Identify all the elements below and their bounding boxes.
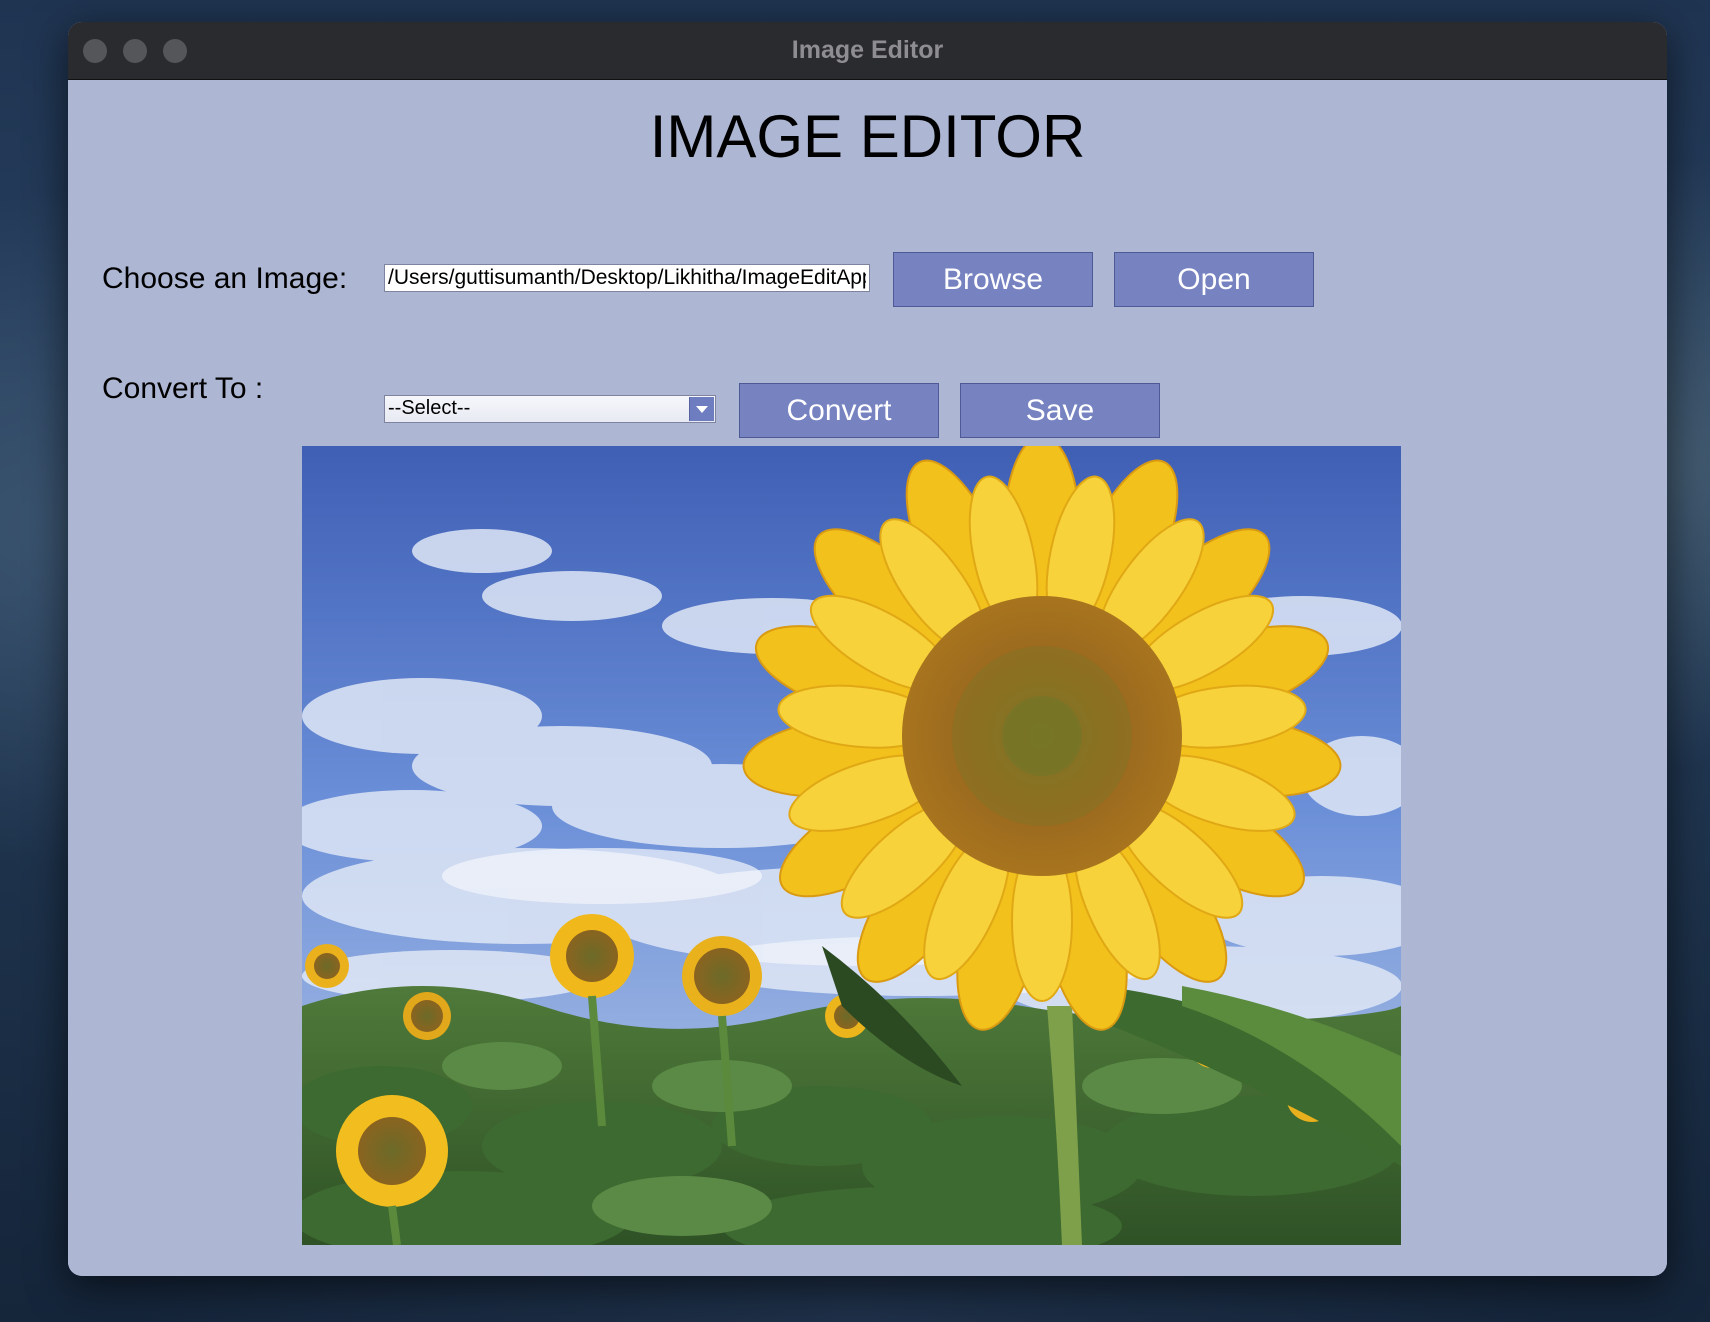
choose-image-label: Choose an Image: (102, 262, 348, 295)
open-button[interactable]: Open (1114, 252, 1314, 307)
image-preview (302, 446, 1401, 1245)
convert-button[interactable]: Convert (739, 383, 939, 438)
window-titlebar[interactable]: Image Editor (68, 22, 1667, 80)
image-path-input[interactable] (384, 264, 870, 292)
app-window: Image Editor IMAGE EDITOR Choose an Imag… (68, 22, 1667, 1276)
window-title: Image Editor (791, 36, 944, 64)
browse-button[interactable]: Browse (893, 252, 1093, 307)
save-button[interactable]: Save (960, 383, 1160, 438)
convert-format-select[interactable]: --Select-- (384, 395, 716, 423)
editor-panel: IMAGE EDITOR Choose an Image: Browse Ope… (68, 80, 1667, 1276)
convert-to-label: Convert To : (102, 372, 264, 405)
selected-format-value: --Select-- (388, 397, 471, 419)
chevron-down-icon[interactable] (689, 397, 714, 421)
page-title: IMAGE EDITOR (649, 103, 1086, 170)
